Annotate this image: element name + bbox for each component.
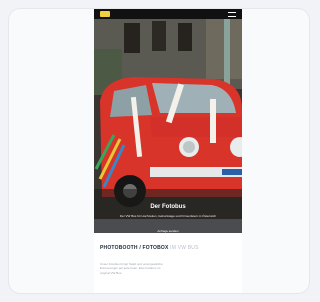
hero-section: Der Fotobus Der VW Bus für Hochzeiten, G… (94, 19, 242, 237)
site-header (94, 9, 242, 19)
website-preview[interactable]: Der Fotobus Der VW Bus für Hochzeiten, G… (94, 9, 242, 293)
section-heading: PHOTOBOOTH / FOTOBOX IM VW BUS (100, 245, 236, 251)
hero-title: Der Fotobus (150, 204, 186, 210)
hero-link-more[interactable]: mehr erfahren (94, 233, 242, 237)
site-logo[interactable] (100, 11, 110, 17)
section-heading-main: PHOTOBOOTH / FOTOBOX (100, 245, 169, 251)
hamburger-menu-icon[interactable] (228, 12, 236, 17)
preview-card: Der Fotobus Der VW Bus für Hochzeiten, G… (8, 8, 310, 294)
hero-photo (94, 19, 242, 233)
section-body: Unser Fotobus bringt Spaß und unvergessl… (100, 262, 163, 275)
section-heading-light: IM VW BUS (170, 245, 199, 251)
hero-subtitle: Der VW Bus für Hochzeiten, Geburtstage u… (119, 214, 217, 218)
hero-links: Anfrage senden mehr erfahren (94, 229, 242, 237)
